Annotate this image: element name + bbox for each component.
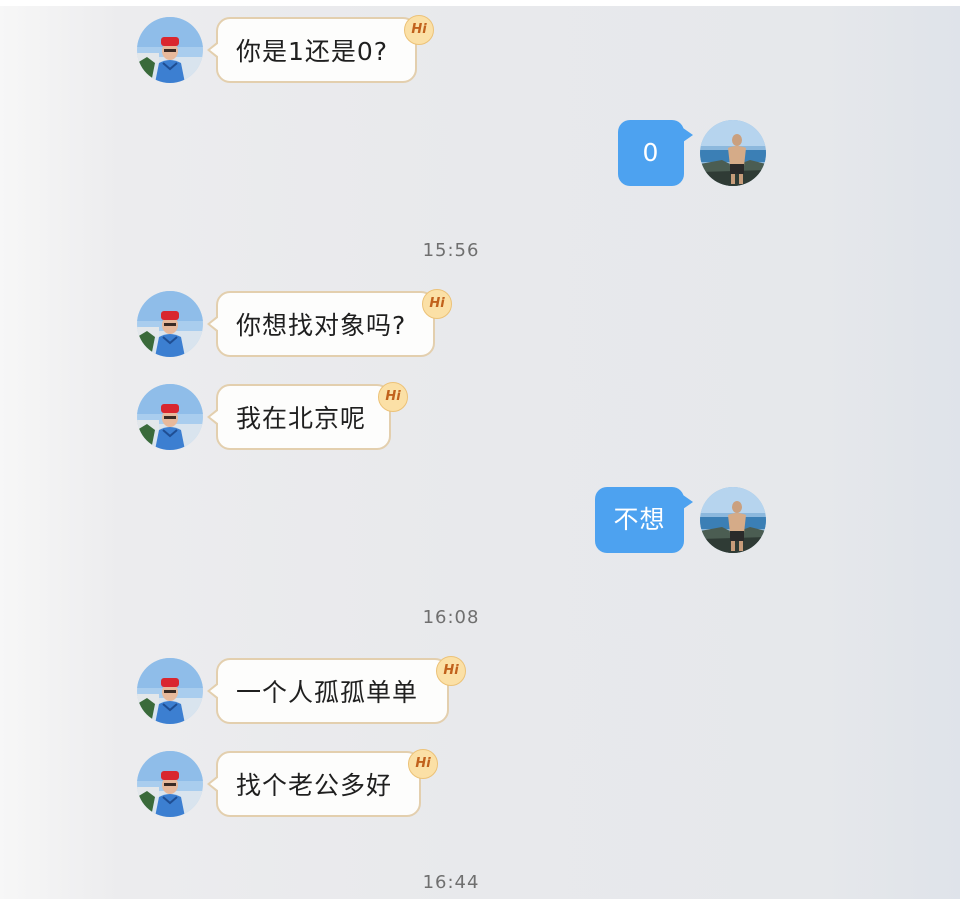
timestamp: 15:56 (422, 240, 480, 261)
outgoing-message-bubble[interactable]: 不想 (595, 487, 693, 553)
hi-badge-icon: Hi (378, 382, 408, 412)
message-text: 你是1还是0? (236, 37, 389, 66)
incoming-message-bubble[interactable]: 找个老公多好 (207, 751, 421, 817)
incoming-message-bubble[interactable]: 我在北京呢 (207, 384, 391, 450)
top-strip (0, 0, 960, 6)
contact-avatar[interactable] (137, 384, 203, 450)
contact-avatar[interactable] (137, 658, 203, 724)
message-text: 0 (642, 138, 660, 167)
outgoing-message-bubble[interactable]: 0 (618, 120, 693, 186)
self-avatar[interactable] (700, 487, 766, 553)
hi-badge-icon: Hi (422, 289, 452, 319)
contact-avatar-image (137, 17, 203, 83)
message-text: 不想 (613, 505, 666, 534)
message-text: 你想找对象吗? (236, 311, 407, 340)
self-avatar-image (700, 487, 766, 553)
timestamp: 16:44 (422, 872, 480, 893)
hi-badge-icon: Hi (404, 15, 434, 45)
contact-avatar[interactable] (137, 17, 203, 83)
contact-avatar[interactable] (137, 751, 203, 817)
self-avatar-image (700, 120, 766, 186)
contact-avatar-image (137, 291, 203, 357)
contact-avatar-image (137, 751, 203, 817)
message-text: 我在北京呢 (236, 404, 367, 433)
message-text: 一个人孤孤单单 (236, 678, 419, 707)
incoming-message-bubble[interactable]: 你是1还是0? (207, 17, 417, 83)
self-avatar[interactable] (700, 120, 766, 186)
message-text: 找个老公多好 (236, 771, 393, 800)
hi-badge-icon: Hi (436, 656, 466, 686)
contact-avatar-image (137, 658, 203, 724)
timestamp: 16:08 (422, 607, 480, 628)
contact-avatar-image (137, 384, 203, 450)
incoming-message-bubble[interactable]: 你想找对象吗? (207, 291, 435, 357)
hi-badge-icon: Hi (408, 749, 438, 779)
incoming-message-bubble[interactable]: 一个人孤孤单单 (207, 658, 449, 724)
contact-avatar[interactable] (137, 291, 203, 357)
chat-screen: 你是1还是0? Hi 0 15:56 你想找对象吗? Hi 我在北京呢 Hi 不… (0, 0, 960, 899)
